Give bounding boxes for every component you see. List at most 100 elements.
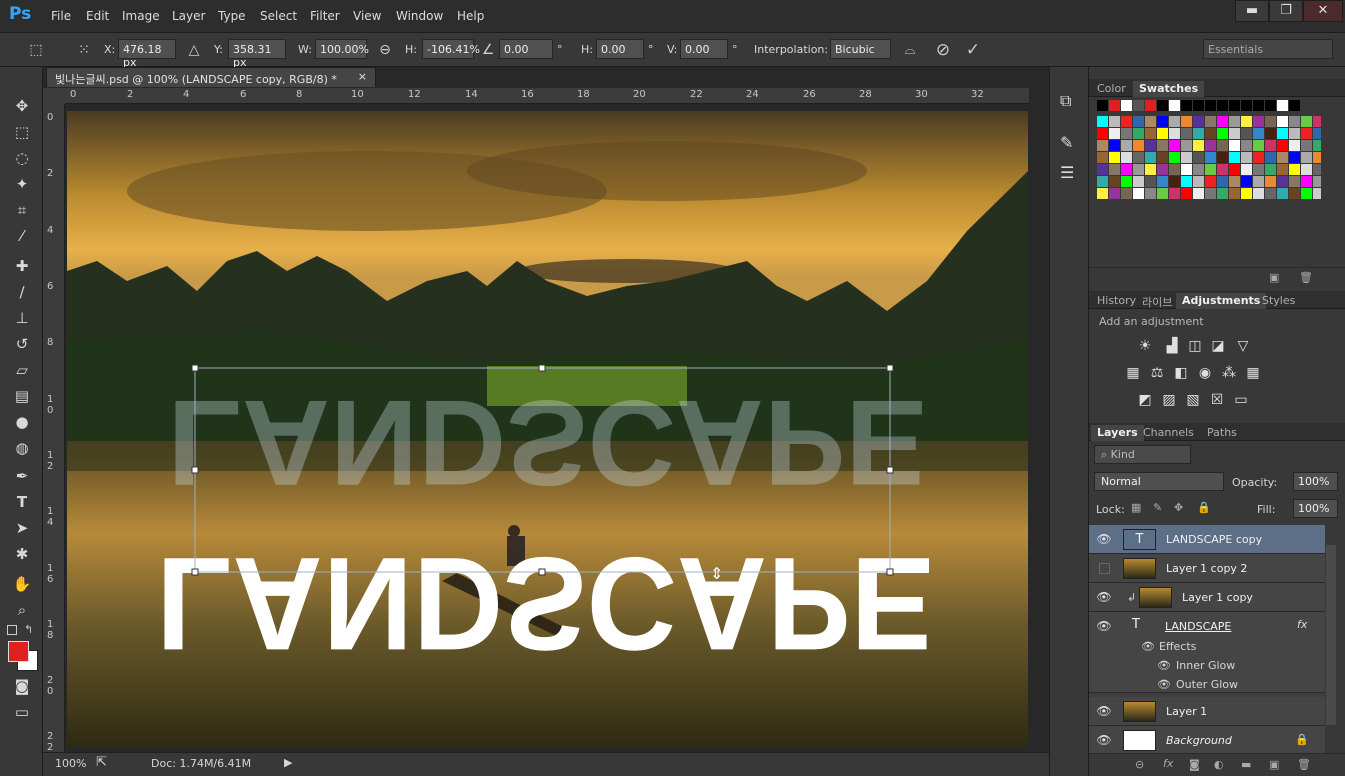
new-swatch-icon[interactable]: ▣ [1269,271,1279,284]
posterize-icon[interactable]: ▨ [1160,391,1178,409]
color-lookup-icon[interactable]: ▦ [1244,364,1262,382]
delete-layer-icon[interactable]: 🗑 [1297,758,1311,771]
menu-help[interactable]: Help [457,9,484,23]
threshold-icon[interactable]: ▧ [1184,391,1202,409]
fx-icon[interactable]: fx [1297,618,1307,631]
lock-position-icon[interactable]: ✥ [1174,501,1183,514]
tab-layers[interactable]: Layers [1091,425,1144,441]
lasso-tool-icon[interactable]: ◌ [9,147,35,169]
close-tab-icon[interactable]: × [358,70,367,83]
layer-row[interactable]: 👁 T LANDSCAPE fx 👁 Effects 👁 Inner Glow … [1089,612,1325,693]
menu-layer[interactable]: Layer [172,9,205,23]
swatches-grid[interactable] [1097,100,1321,204]
path-selection-icon[interactable]: ➤ [9,517,35,539]
type-tool-icon[interactable]: T [9,491,35,513]
lock-image-icon[interactable]: ✎ [1153,501,1162,514]
angle-field[interactable]: 0.00 [499,39,553,59]
menu-select[interactable]: Select [260,9,297,23]
menu-file[interactable]: File [51,9,71,23]
dodge-tool-icon[interactable]: ◍ [9,437,35,459]
new-group-icon[interactable]: ▬ [1241,758,1251,771]
document-tab[interactable]: 빛나는글씨.psd @ 100% (LANDSCAPE copy, RGB/8)… [46,67,376,87]
link-icon[interactable]: ⊖ [375,40,395,60]
history-brush-icon[interactable]: ↺ [9,333,35,355]
tab-color[interactable]: Color [1091,81,1132,96]
export-icon[interactable]: ⇱ [96,755,107,770]
layers-scrollbar[interactable] [1326,545,1336,725]
minimize-button[interactable]: ▬ [1235,0,1269,22]
add-mask-icon[interactable]: ◙ [1189,758,1200,771]
zoom-tool-icon[interactable]: ⌕ [9,599,35,621]
hue-saturation-icon[interactable]: ▦ [1124,364,1142,382]
x-field[interactable]: 476.18 px [118,39,176,69]
clone-stamp-icon[interactable]: ⊥ [9,307,35,329]
transform-tool-icon[interactable]: ⬚ [26,40,46,60]
invert-icon[interactable]: ◩ [1136,391,1154,409]
hskew-field[interactable]: 0.00 [596,39,644,59]
default-colors-icon[interactable] [7,625,17,635]
screen-mode-icon[interactable]: ▭ [9,701,35,723]
shape-tool-icon[interactable]: ✱ [9,543,35,565]
menu-view[interactable]: View [353,9,381,23]
visibility-eye-icon[interactable]: 👁 [1096,590,1112,606]
add-style-icon[interactable]: fx [1163,757,1173,770]
crop-tool-icon[interactable]: ⌗ [9,199,35,221]
blur-tool-icon[interactable]: ● [9,411,35,433]
healing-brush-icon[interactable]: ✚ [9,255,35,277]
curves-icon[interactable]: ◫ [1186,337,1204,355]
selective-color-icon[interactable]: ☒ [1208,391,1226,409]
effects-eye-icon[interactable]: 👁 [1141,640,1155,653]
y-field[interactable]: 358.31 px [228,39,286,69]
menu-window[interactable]: Window [396,9,443,23]
warp-icon[interactable]: ⌓ [900,40,920,60]
swap-colors-icon[interactable]: ↰ [24,623,33,636]
layer-row[interactable]: 👁 T LANDSCAPE copy [1089,525,1325,554]
reference-point-icon[interactable]: ⁙ [74,40,94,60]
workspace-select[interactable]: Essentials [1203,39,1333,59]
eraser-icon[interactable]: ▱ [9,359,35,381]
menu-filter[interactable]: Filter [310,9,340,23]
tab-paths[interactable]: Paths [1201,425,1243,440]
menu-type[interactable]: Type [218,9,246,23]
layer-row[interactable]: 👁 Layer 1 [1089,697,1325,726]
brush-presets-icon[interactable]: ✎ [1060,133,1073,152]
eyedropper-icon[interactable]: ⁄ [9,225,35,247]
vskew-field[interactable]: 0.00 [680,39,728,59]
exposure-icon[interactable]: ◪ [1209,337,1227,355]
quick-mask-icon[interactable]: ◙ [9,675,35,697]
blend-mode-select[interactable]: Normal [1094,472,1224,491]
foreground-color-swatch[interactable] [8,641,29,662]
tab-channels[interactable]: Channels [1137,425,1200,440]
layer-filter-kind[interactable]: ⌕ Kind [1094,445,1191,464]
vibrance-icon[interactable]: ▽ [1234,337,1252,355]
new-adjustment-icon[interactable]: ◐ [1214,758,1224,771]
visibility-off-icon[interactable] [1099,563,1110,574]
layer-row[interactable]: 👁 Background 🔒 [1089,726,1325,755]
interpolation-select[interactable]: Bicubic [830,39,891,59]
new-layer-icon[interactable]: ▣ [1269,758,1279,771]
move-tool-icon[interactable]: ✥ [9,95,35,117]
vertical-ruler[interactable]: 0 2 4 6 8 1 0 1 2 1 4 1 6 1 8 2 0 2 2 [43,104,65,753]
gradient-tool-icon[interactable]: ▤ [9,385,35,407]
delete-swatch-icon[interactable]: 🗑 [1299,271,1313,284]
visibility-eye-icon[interactable]: 👁 [1096,733,1112,749]
menu-image[interactable]: Image [122,9,160,23]
link-layers-icon[interactable]: ⊝ [1135,758,1144,771]
maximize-button[interactable]: ❐ [1269,0,1303,22]
status-menu-arrow-icon[interactable]: ▶ [284,756,292,769]
levels-icon[interactable]: ▟ [1163,337,1181,355]
width-field[interactable]: 100.00% [315,39,369,59]
lock-all-icon[interactable]: 🔒 [1197,501,1211,514]
relative-position-icon[interactable]: △ [184,40,204,60]
pen-tool-icon[interactable]: ✒ [9,465,35,487]
hand-tool-icon[interactable]: ✋ [9,573,35,595]
layer-row[interactable]: 👁 ↲ Layer 1 copy [1089,583,1325,612]
horizontal-ruler[interactable]: 0 2 4 6 8 10 12 14 16 18 20 22 24 26 28 … [65,88,1029,104]
color-balance-icon[interactable]: ⚖ [1148,364,1166,382]
visibility-eye-icon[interactable]: 👁 [1096,532,1112,548]
visibility-eye-icon[interactable]: 👁 [1096,619,1112,635]
navigator-icon[interactable]: ⧉ [1060,91,1071,111]
magic-wand-icon[interactable]: ✦ [9,173,35,195]
inner-glow-eye-icon[interactable]: 👁 [1157,659,1171,672]
cancel-transform-icon[interactable]: ⊘ [933,40,953,60]
